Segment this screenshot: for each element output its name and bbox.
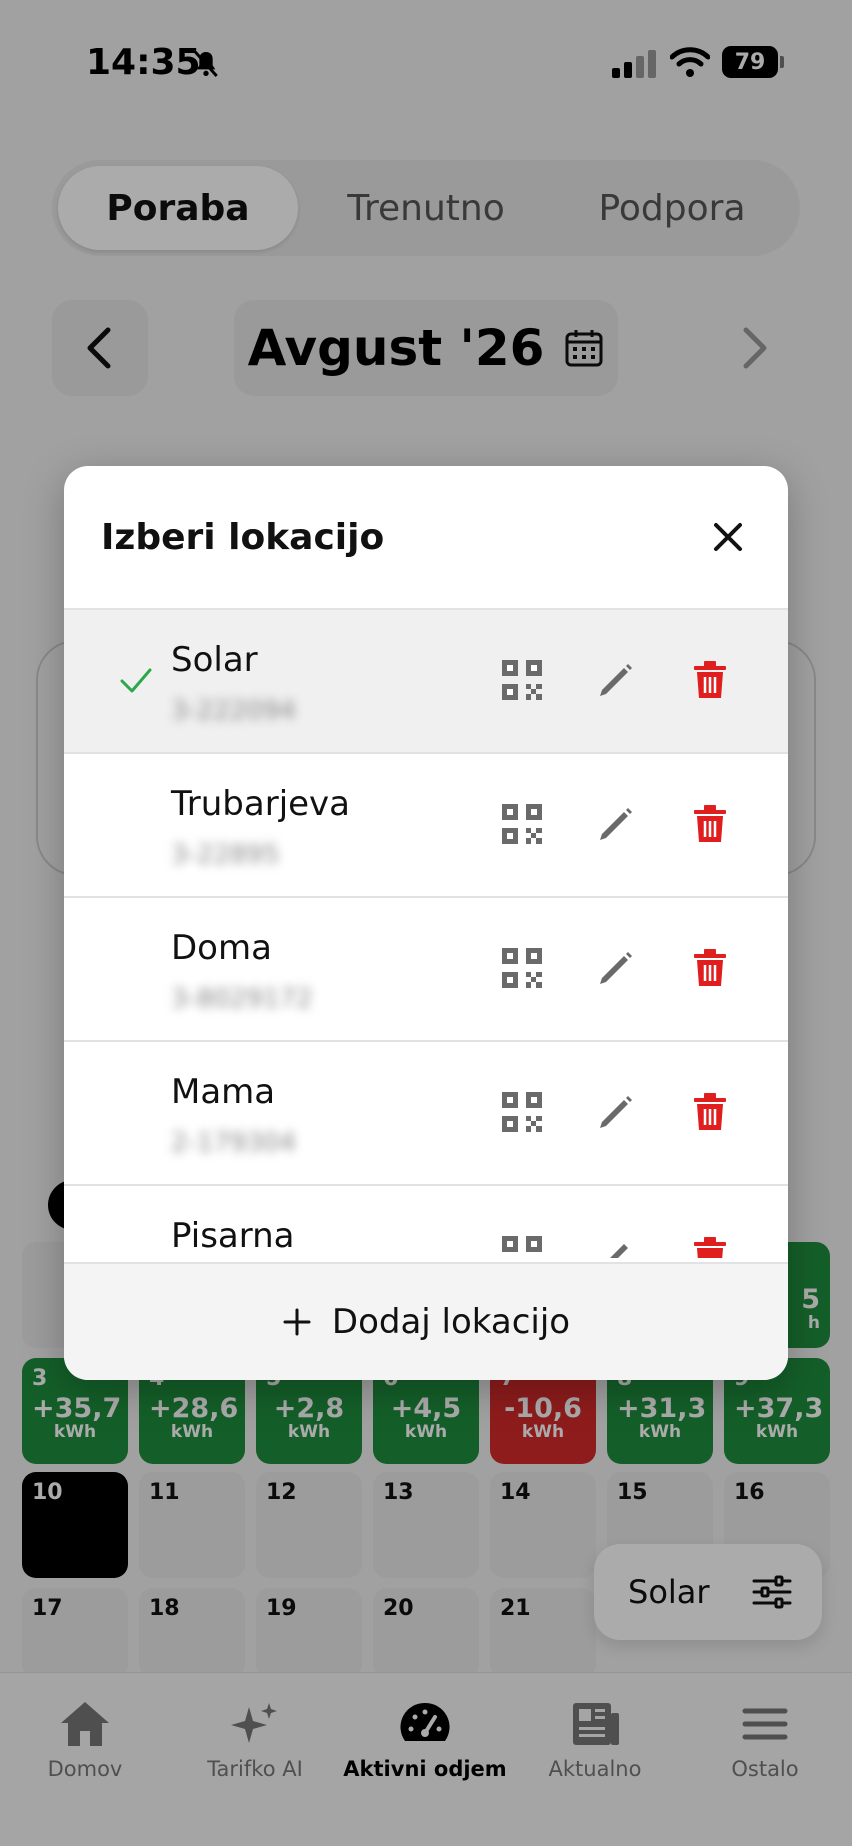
location-row-doma[interactable]: Doma 3-8029172	[64, 898, 788, 1042]
qr-code-button[interactable]	[498, 1088, 546, 1136]
location-list: Solar 3-222094 Trubarjeva 3-22895 Doma 3…	[64, 610, 788, 1258]
checkmark-icon	[120, 668, 152, 693]
qr-code-icon	[502, 948, 542, 988]
pencil-icon	[600, 808, 632, 840]
qr-code-icon	[502, 804, 542, 844]
trash-icon	[694, 805, 726, 842]
location-name: Trubarjeva	[171, 784, 351, 824]
qr-code-button[interactable]	[498, 656, 546, 704]
pencil-icon	[600, 664, 632, 696]
location-name: Mama	[171, 1072, 276, 1112]
location-row-mama[interactable]: Mama 2-179304	[64, 1042, 788, 1186]
qr-code-icon	[502, 1236, 542, 1252]
trash-icon	[694, 1237, 726, 1258]
pencil-icon	[600, 952, 632, 984]
location-id: 3-22895	[171, 840, 280, 870]
pencil-icon	[600, 1096, 632, 1128]
plus-icon	[283, 1308, 311, 1336]
location-name: Pisarna	[171, 1216, 295, 1256]
modal-title: Izberi lokacijo	[101, 516, 385, 558]
edit-button[interactable]	[592, 1088, 640, 1136]
location-id: 3-222094	[171, 696, 297, 726]
close-button[interactable]	[704, 513, 752, 561]
delete-button[interactable]	[686, 1232, 734, 1258]
close-icon	[714, 523, 742, 551]
location-id: 3-8029172	[171, 984, 313, 1014]
pencil-icon	[610, 1244, 628, 1258]
qr-code-button[interactable]	[498, 1232, 546, 1258]
location-id: 2-179304	[171, 1128, 297, 1158]
edit-button[interactable]	[592, 656, 640, 704]
qr-code-button[interactable]	[498, 800, 546, 848]
location-name: Doma	[171, 928, 272, 968]
trash-icon	[694, 949, 726, 986]
delete-button[interactable]	[686, 1088, 734, 1136]
trash-icon	[694, 661, 726, 698]
delete-button[interactable]	[686, 800, 734, 848]
add-location-label: Dodaj lokacijo	[331, 1302, 571, 1342]
qr-code-icon	[502, 1092, 542, 1132]
qr-code-icon	[502, 660, 542, 700]
qr-code-button[interactable]	[498, 944, 546, 992]
location-row-solar[interactable]: Solar 3-222094	[64, 610, 788, 754]
location-row-trubarjeva[interactable]: Trubarjeva 3-22895	[64, 754, 788, 898]
trash-icon	[694, 1093, 726, 1130]
edit-button[interactable]	[592, 944, 640, 992]
edit-button[interactable]	[592, 800, 640, 848]
delete-button[interactable]	[686, 944, 734, 992]
modal-header: Izberi lokacijo	[64, 466, 788, 610]
edit-button[interactable]	[592, 1232, 640, 1258]
location-picker-modal: Izberi lokacijo Solar 3-222094 Trubarjev…	[64, 466, 788, 1380]
location-row-pisarna[interactable]: Pisarna	[64, 1186, 788, 1258]
delete-button[interactable]	[686, 656, 734, 704]
add-location-button[interactable]: Dodaj lokacijo	[64, 1262, 788, 1380]
location-name: Solar	[171, 640, 258, 680]
